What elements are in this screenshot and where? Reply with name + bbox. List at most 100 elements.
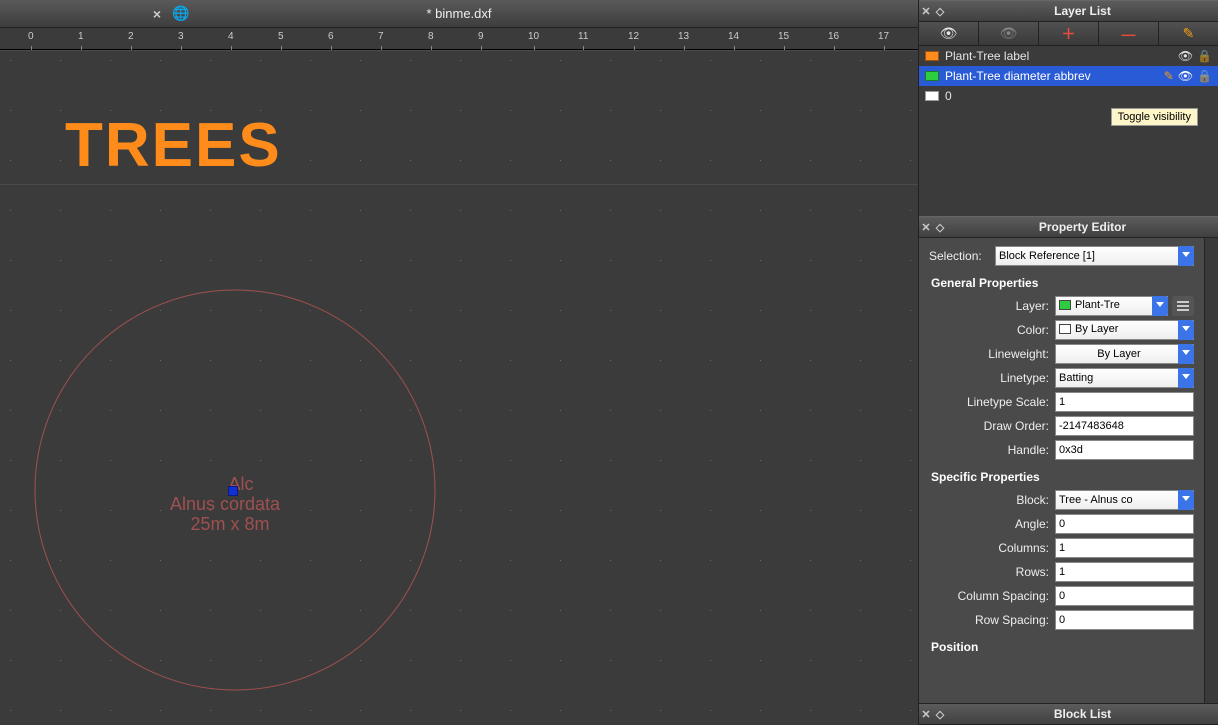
ruler-tick: 0 [28,31,34,42]
lock-icon[interactable]: 🔒 [1197,49,1212,63]
ruler-tick: 8 [428,31,434,42]
ruler-tick: 16 [828,31,839,42]
layer-name: Plant-Tree label [945,49,1029,63]
ruler-tick: 10 [528,31,539,42]
handle-input [1055,440,1194,460]
layer-list-title: Layer List [947,4,1218,18]
property-editor-title: Property Editor [947,220,1218,234]
panel-undock-icon[interactable]: ◇ [933,5,947,18]
block-label: Block: [929,493,1049,507]
eye-icon[interactable]: 👁 [1178,69,1193,83]
ruler-tick: 13 [678,31,689,42]
show-all-layers-button[interactable]: 👁 [919,22,979,45]
layer-list[interactable]: Plant-Tree label👁🔒Plant-Tree diameter ab… [919,46,1218,216]
lineweight-dropdown[interactable]: By Layer [1055,344,1194,364]
panel-close-icon[interactable]: ✕ [919,708,933,721]
horizontal-ruler: 01234567891011121314151617 [0,28,918,50]
columns-label: Columns: [929,541,1049,555]
rowspacing-input[interactable] [1055,610,1194,630]
ruler-tick: 2 [128,31,134,42]
tree-size: 25m x 8m [180,515,280,535]
layer-color-swatch [925,91,939,101]
draworder-input[interactable] [1055,416,1194,436]
layer-name: 0 [945,89,952,103]
tab-close-icon[interactable]: × [150,6,164,22]
layer-color-swatch [925,51,939,61]
rows-label: Rows: [929,565,1049,579]
ruler-tick: 17 [878,31,889,42]
ruler-tick: 9 [478,31,484,42]
layer-dropdown[interactable] [1055,296,1168,316]
tree-abbrev: Alc [202,475,280,495]
ruler-tick: 3 [178,31,184,42]
layer-color-swatch [925,71,939,81]
rows-input[interactable] [1055,562,1194,582]
columns-input[interactable] [1055,538,1194,558]
tree-label-block[interactable]: Alc Alnus cordata 25m x 8m [170,475,280,534]
layer-list-header: ✕ ◇ Layer List [919,0,1218,22]
linetypescale-input[interactable] [1055,392,1194,412]
layer-label: Layer: [929,299,1049,313]
lineweight-label: Lineweight: [929,347,1049,361]
document-titlebar: × 🌐 * binme.dxf [0,0,918,28]
panel-close-icon[interactable]: ✕ [919,5,933,18]
document-title: * binme.dxf [0,6,918,21]
ruler-tick: 14 [728,31,739,42]
panel-undock-icon[interactable]: ◇ [933,708,947,721]
ruler-tick: 6 [328,31,334,42]
angle-label: Angle: [929,517,1049,531]
layer-row[interactable]: Plant-Tree diameter abbrev ✎ 👁 🔒 [919,66,1218,86]
selection-handle[interactable] [228,486,238,496]
pencil-icon[interactable]: ✎ [1164,69,1174,83]
property-editor-header: ✕ ◇ Property Editor [919,216,1218,238]
plus-icon: ＋ [1062,24,1076,44]
linetypescale-label: Linetype Scale: [929,395,1049,409]
add-layer-button[interactable]: ＋ [1039,22,1099,45]
ruler-tick: 15 [778,31,789,42]
position-title: Position [931,640,1194,654]
layer-options-button[interactable] [1172,296,1194,316]
panel-close-icon[interactable]: ✕ [919,221,933,234]
hide-all-layers-button[interactable]: 👁 [979,22,1039,45]
drawing-canvas[interactable]: TREES Alc Alnus cordata 25m x 8m [0,50,918,725]
eye-off-icon: 👁 [1000,25,1018,42]
general-properties-title: General Properties [931,276,1194,290]
ruler-tick: 11 [578,31,588,42]
selection-dropdown[interactable]: Block Reference [1] [995,246,1194,266]
pencil-icon: ✎ [1183,25,1195,42]
remove-layer-button[interactable]: — [1099,22,1159,45]
property-editor-body: Selection: Block Reference [1] General P… [919,238,1204,703]
specific-properties-title: Specific Properties [931,470,1194,484]
layer-row[interactable]: 0 [919,86,1218,106]
layer-row-icons: ✎ 👁 🔒 [1164,69,1218,83]
tree-species: Alnus cordata [170,495,280,515]
tree-circle[interactable] [0,50,918,725]
layer-toolbar: 👁 👁 ＋ — ✎ [919,22,1218,46]
panel-undock-icon[interactable]: ◇ [933,221,947,234]
edit-layer-button[interactable]: ✎ [1159,22,1218,45]
ruler-tick: 12 [628,31,639,42]
lock-icon[interactable]: 🔒 [1197,69,1212,83]
selection-label: Selection: [929,249,989,263]
linetype-dropdown[interactable]: Batting [1055,368,1194,388]
color-label: Color: [929,323,1049,337]
tooltip: Toggle visibility [1111,108,1198,126]
color-dropdown[interactable] [1055,320,1194,340]
draworder-label: Draw Order: [929,419,1049,433]
ruler-tick: 4 [228,31,234,42]
block-list-header: ✕ ◇ Block List [919,703,1218,725]
rowspacing-label: Row Spacing: [929,613,1049,627]
handle-label: Handle: [929,443,1049,457]
block-dropdown[interactable]: Tree - Alnus co [1055,490,1194,510]
colspacing-label: Column Spacing: [929,589,1049,603]
layer-row[interactable]: Plant-Tree label 👁 🔒 [919,46,1218,66]
minus-icon: — [1122,26,1136,42]
eye-icon[interactable]: 👁 [1178,49,1193,63]
layer-name: Plant-Tree diameter abbrev [945,69,1091,83]
property-scrollbar[interactable] [1204,238,1218,703]
ruler-tick: 7 [378,31,384,42]
angle-input[interactable] [1055,514,1194,534]
linetype-label: Linetype: [929,371,1049,385]
ruler-tick: 5 [278,31,284,42]
colspacing-input[interactable] [1055,586,1194,606]
